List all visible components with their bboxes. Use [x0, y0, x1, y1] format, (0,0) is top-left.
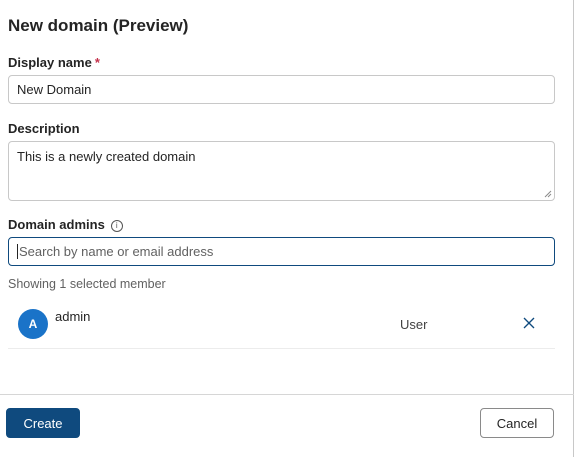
member-role: User: [400, 317, 428, 332]
member-row: A admin User: [8, 302, 555, 349]
new-domain-dialog: New domain (Preview) Display name * New D…: [0, 0, 574, 457]
member-name: admin: [55, 309, 91, 324]
create-button[interactable]: Create: [6, 408, 80, 438]
remove-member-button[interactable]: [520, 314, 538, 332]
display-name-value: New Domain: [17, 82, 92, 97]
admin-search-input[interactable]: Search by name or email address: [8, 237, 555, 266]
display-name-label: Display name *: [8, 55, 100, 70]
footer-divider: [0, 394, 574, 395]
selected-members-summary: Showing 1 selected member: [8, 277, 166, 291]
domain-admins-label: Domain admins i: [8, 217, 123, 232]
display-name-label-text: Display name: [8, 55, 92, 70]
dialog-title: New domain (Preview): [8, 16, 189, 35]
display-name-field[interactable]: New Domain: [8, 75, 555, 104]
description-field[interactable]: This is a newly created domain: [8, 141, 555, 201]
info-icon[interactable]: i: [110, 220, 123, 232]
required-marker: *: [94, 55, 100, 70]
avatar: A: [18, 309, 48, 339]
description-label: Description: [8, 121, 80, 136]
admin-search-placeholder: Search by name or email address: [19, 244, 214, 259]
description-value: This is a newly created domain: [17, 149, 196, 164]
close-icon: [523, 317, 535, 329]
domain-admins-label-text: Domain admins: [8, 217, 105, 232]
resize-grip-icon[interactable]: [544, 190, 552, 198]
text-caret: [17, 244, 18, 259]
cancel-button[interactable]: Cancel: [480, 408, 554, 438]
